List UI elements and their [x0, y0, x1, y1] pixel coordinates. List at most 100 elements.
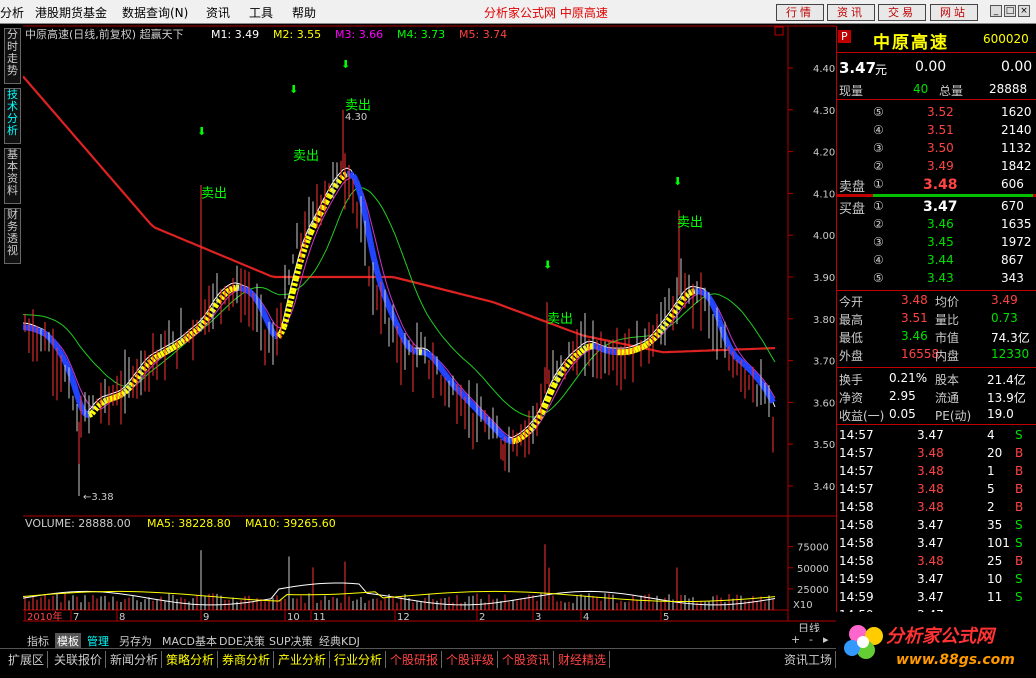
stat-row: 净资2.95流通13.9亿	[837, 388, 1031, 406]
ma-label-5: M5: 3.74	[459, 28, 507, 41]
tab-save-as[interactable]: 另存为	[119, 633, 152, 649]
total-label: 总量	[939, 82, 963, 99]
tab-dde[interactable]: DDE决策	[219, 633, 265, 649]
y-tick: 3.50	[813, 440, 835, 451]
menu-news[interactable]: 资讯	[206, 4, 230, 21]
x-tick: 12	[397, 612, 410, 623]
ma2-segment	[170, 348, 173, 350]
tick-side: S	[1015, 518, 1023, 532]
tab-template[interactable]: 模板	[55, 633, 81, 649]
bottom-tab-sector[interactable]: 行业分析	[334, 651, 386, 668]
chart-header: 中原高速(日线,前复权) 超赢天下	[25, 27, 184, 41]
buy1-price: 3.47	[923, 199, 958, 215]
maximize-icon[interactable]: □	[1004, 5, 1016, 17]
tab-sup[interactable]: SUP决策	[269, 633, 313, 649]
logo-text: 分析家公式网	[886, 626, 997, 647]
tab-intraday[interactable]: 分时走势	[4, 28, 21, 84]
ma2-segment	[440, 367, 443, 371]
tab-technical[interactable]: 技术分析	[4, 88, 21, 144]
minimize-icon[interactable]: _	[990, 5, 1002, 17]
buy-row: ③3.451972	[837, 234, 1031, 252]
flower-icon	[844, 625, 883, 659]
tick-row: 14:593.4710S	[837, 571, 1031, 589]
zoom-out-icon[interactable]: -	[809, 633, 813, 646]
news-button[interactable]: 资讯	[827, 4, 875, 21]
buy1-vol: 670	[1001, 199, 1024, 213]
ma2-segment	[755, 375, 758, 379]
tick-row: 14:573.481B	[837, 463, 1031, 481]
y-tick: 4.00	[813, 231, 835, 242]
buy-price: 3.44	[927, 253, 954, 267]
bottom-tab-related[interactable]: 关联报价	[54, 651, 106, 668]
sell-vol: 2140	[1001, 123, 1032, 137]
sell-vol: 1842	[1001, 159, 1032, 173]
sell-arrow-icon: ⬇	[543, 259, 552, 272]
sell-row: ⑤3.521620	[837, 104, 1031, 122]
chart-svg[interactable]: 中原高速(日线,前复权) 超赢天下 M1: 3.49M2: 3.55M3: 3.…	[23, 24, 836, 634]
kline-chart[interactable]: 中原高速(日线,前复权) 超赢天下 M1: 3.49M2: 3.55M3: 3.…	[23, 24, 836, 634]
tick-price: 3.48	[917, 554, 944, 568]
ma2-segment	[446, 375, 449, 379]
bottom-tab-strategy[interactable]: 策略分析	[166, 651, 218, 668]
tick-price: 3.48	[917, 500, 944, 514]
stat-value: 0.21%	[889, 371, 927, 385]
zoom-in-icon[interactable]: +	[791, 633, 800, 646]
website-button[interactable]: 网站	[930, 4, 978, 21]
tab-manage[interactable]: 管理	[87, 633, 109, 649]
scroll-right-icon[interactable]: ▸	[823, 633, 829, 646]
change-pct: 0.00	[1001, 59, 1032, 75]
ma2-segment	[374, 259, 377, 271]
ma2-segment	[713, 305, 716, 312]
menu-tools[interactable]: 工具	[249, 4, 273, 21]
trade-button[interactable]: 交易	[878, 4, 926, 21]
bottom-tab-research[interactable]: 个股研报	[390, 651, 442, 668]
bottom-tab-stock-news[interactable]: 个股资讯	[502, 651, 554, 668]
tick-time: 14:58	[839, 536, 874, 550]
ma2-segment	[263, 312, 266, 319]
bottom-tab-rating[interactable]: 个股评级	[446, 651, 498, 668]
x-tick: 8	[119, 612, 125, 623]
menu-help[interactable]: 帮助	[292, 4, 316, 21]
site-logo: 分析家公式网 www.88gs.com	[836, 612, 1036, 674]
tick-side: S	[1015, 572, 1023, 586]
tick-time: 14:57	[839, 464, 874, 478]
menu-data-query[interactable]: 数据查询(N)	[122, 4, 188, 21]
x-tick: 3	[535, 612, 541, 623]
tab-finance[interactable]: 财务透视	[4, 208, 21, 264]
menu-analysis[interactable]: 分析	[0, 4, 24, 21]
tick-row: 14:573.4820B	[837, 445, 1031, 463]
bottom-tab-industry-chain[interactable]: 产业分析	[278, 651, 330, 668]
tab-indicator[interactable]: 指标	[27, 633, 49, 649]
tab-profile[interactable]: 基本资料	[4, 148, 21, 204]
tab-macd[interactable]: MACD基本	[162, 633, 217, 649]
bottom-tab-extend[interactable]: 扩展区	[8, 651, 48, 668]
menu-hk-futures[interactable]: 港股期货基金	[35, 4, 107, 21]
news-workshop[interactable]: 资讯工场	[784, 651, 836, 668]
sell-row: ④3.512140	[837, 122, 1031, 140]
logo-url: www.88gs.com	[896, 652, 1015, 668]
tick-price: 3.47	[917, 536, 944, 550]
x-tick: 4	[583, 612, 589, 623]
tick-time: 14:59	[839, 590, 874, 604]
sell1-vol: 606	[1001, 177, 1024, 191]
bottom-tab-news[interactable]: 新闻分析	[110, 651, 162, 668]
ma2-segment	[770, 396, 773, 402]
tab-kdj[interactable]: 经典KDJ	[319, 633, 360, 649]
x-tick: 2	[479, 612, 485, 623]
y-tick: 4.30	[813, 106, 835, 117]
bottom-tab-broker[interactable]: 券商分析	[222, 651, 274, 668]
stat-row: 今开3.48均价3.49	[837, 292, 1031, 310]
close-icon[interactable]: ×	[1018, 5, 1030, 17]
bottom-tab-finance-picks[interactable]: 财经精选	[558, 651, 610, 668]
ma-label-1: M1: 3.49	[211, 28, 259, 41]
sell-label: 卖盘	[839, 176, 865, 195]
stat-row: 外盘16558内盘12330	[837, 346, 1031, 364]
tick-price: 3.47	[917, 590, 944, 604]
stat-label: 量比	[935, 311, 959, 328]
ma2-segment	[287, 304, 290, 317]
ma2-segment	[386, 299, 389, 307]
tick-side: B	[1015, 500, 1023, 514]
tick-price: 3.47	[917, 518, 944, 532]
window-title: 分析家公式网 中原高速	[484, 4, 608, 21]
quote-button[interactable]: 行情	[776, 4, 824, 21]
